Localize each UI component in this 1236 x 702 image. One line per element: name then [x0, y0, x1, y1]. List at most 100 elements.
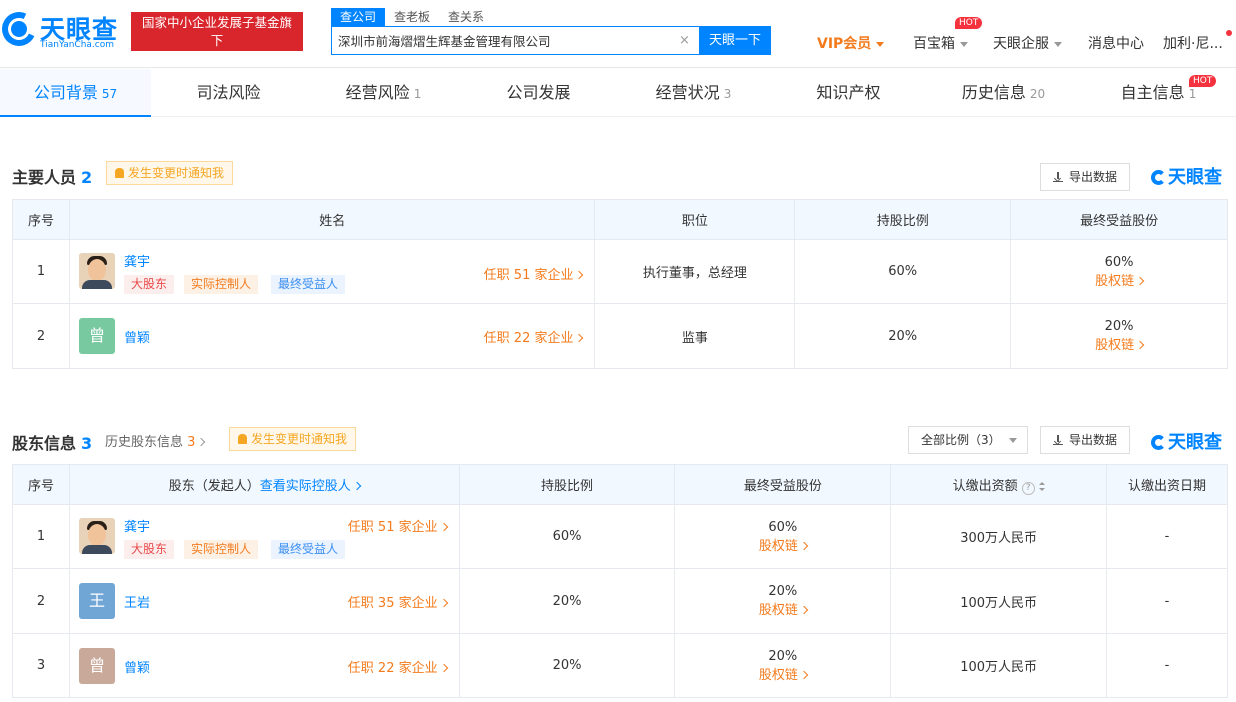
amount: 100万人民币 — [890, 633, 1108, 698]
logo[interactable]: 天眼查 TianYanCha.com — [0, 7, 126, 54]
avatar[interactable]: 曾 — [78, 648, 115, 684]
positions-link[interactable]: 任职 51 家企业 — [348, 516, 448, 535]
staff-notify-button[interactable]: 发生变更时通知我 — [106, 161, 234, 185]
tab-company-background[interactable]: 公司背景 57 — [0, 69, 151, 117]
tab-label: 历史信息 — [961, 83, 1026, 102]
notify-label: 发生变更时通知我 — [251, 432, 348, 446]
positions-link[interactable]: 任职 51 家企业 — [484, 264, 584, 283]
staff-title-text: 主要人员 — [12, 168, 77, 187]
enterprise-menu[interactable]: 天眼企服 — [993, 33, 1062, 53]
positions-link[interactable]: 任职 35 家企业 — [347, 592, 448, 611]
brand-icon — [1151, 170, 1166, 185]
tag-ultimate-beneficiary: 最终受益人 — [270, 540, 345, 559]
table-row: 2 曾 曾颖 任职 22 家企业 监事 20% 20% 股权链 — [12, 303, 1228, 369]
enterprise-label: 天眼企服 — [993, 36, 1049, 52]
amount: 100万人民币 — [890, 568, 1108, 634]
name-cell: 曾 曾颖 任职 22 家企业 — [68, 633, 460, 698]
ratio-filter-dropdown[interactable]: 全部比例（3） — [908, 426, 1028, 454]
notify-label: 发生变更时通知我 — [128, 166, 225, 180]
chevron-down-icon — [876, 41, 885, 47]
tab-label: 公司发展 — [506, 83, 571, 102]
brand-watermark: 天眼查 — [1151, 163, 1222, 189]
benefit-cell: 60% 股权链 — [1010, 239, 1228, 304]
bell-icon — [238, 434, 247, 444]
date: - — [1106, 633, 1228, 698]
chevron-right-icon — [799, 670, 809, 679]
person-name[interactable]: 王岩 — [124, 592, 150, 611]
equity-chain-link[interactable]: 股权链 — [675, 599, 890, 618]
holders-export-button[interactable]: 导出数据 — [1040, 426, 1131, 454]
avatar[interactable] — [78, 253, 115, 289]
col-amount[interactable]: 认缴出资额? — [890, 464, 1108, 505]
table-row: 2 王 王岩 任职 35 家企业 20% 20% 股权链 100万人民币 - — [12, 568, 1228, 634]
col-ratio: 持股比例 — [794, 199, 1012, 240]
positions-text: 任职 22 家企业 — [347, 661, 438, 676]
tab-label: 经营风险 — [345, 83, 410, 102]
equity-chain-link[interactable]: 股权链 — [675, 535, 890, 554]
col-holder: 股东（发起人）查看实际控股人 — [68, 464, 460, 505]
messages-link[interactable]: 消息中心 — [1088, 33, 1144, 53]
tab-operating-status[interactable]: 经营状况 3 — [616, 69, 771, 116]
view-controller-link[interactable]: 查看实际控股人 — [260, 479, 362, 494]
bell-icon — [115, 168, 124, 178]
holders-notify-button[interactable]: 发生变更时通知我 — [229, 427, 357, 451]
staff-title: 主要人员 2 — [12, 164, 92, 188]
col-position: 职位 — [594, 199, 796, 240]
person-name[interactable]: 曾颖 — [124, 327, 150, 346]
table-row: 3 曾 曾颖 任职 22 家企业 20% 20% 股权链 100万人民币 - — [12, 633, 1228, 698]
table-header-row: 序号 股东（发起人）查看实际控股人 持股比例 最终受益股份 认缴出资额? 认缴出… — [12, 464, 1228, 505]
row-no: 1 — [12, 239, 70, 304]
avatar[interactable] — [78, 518, 115, 554]
table-header-row: 序号 姓名 职位 持股比例 最终受益股份 — [12, 199, 1228, 240]
col-holder-label: 股东（发起人） — [168, 479, 260, 494]
help-icon[interactable]: ? — [1021, 481, 1035, 495]
search-input[interactable] — [338, 27, 668, 54]
tab-company-development[interactable]: 公司发展 — [461, 69, 616, 116]
gov-line2: 官方备案企业征信机构 — [144, 51, 290, 66]
positions-link[interactable]: 任职 22 家企业 — [347, 657, 448, 676]
tab-ip[interactable]: 知识产权 — [771, 69, 926, 116]
tab-label: 自主信息 — [1120, 83, 1185, 102]
avatar[interactable]: 王 — [78, 583, 115, 619]
equity-chain-link[interactable]: 股权链 — [675, 664, 890, 683]
vip-menu[interactable]: VIP会员 — [817, 33, 885, 53]
name-cell: 龚宇 大股东 实际控制人 最终受益人 任职 51 家企业 — [68, 239, 596, 304]
tab-history[interactable]: 历史信息 20 — [926, 69, 1081, 116]
history-holders-link[interactable]: 历史股东信息 3 — [105, 431, 206, 450]
tab-operating-risk[interactable]: 经营风险 1 — [306, 69, 461, 116]
col-no: 序号 — [12, 464, 70, 505]
positions-link[interactable]: 任职 22 家企业 — [483, 327, 584, 346]
benefit-cell: 60% 股权链 — [674, 504, 892, 569]
staff-export-button[interactable]: 导出数据 — [1040, 163, 1131, 191]
chevron-right-icon — [575, 270, 584, 280]
tag-actual-controller: 实际控制人 — [183, 275, 258, 294]
positions-text: 任职 35 家企业 — [347, 596, 438, 611]
positions-text: 任职 22 家企业 — [483, 331, 574, 346]
person-name[interactable]: 龚宇 — [124, 251, 150, 270]
gov-banner[interactable]: 国家中小企业发展子基金旗下 官方备案企业征信机构 — [131, 12, 303, 66]
amount: 300万人民币 — [890, 504, 1108, 569]
ratio: 60% — [458, 504, 676, 569]
search-tab-relation[interactable]: 查关系 — [439, 8, 493, 26]
equity-chain-link[interactable]: 股权链 — [1011, 334, 1227, 353]
sort-icon[interactable] — [1038, 481, 1045, 491]
person-name[interactable]: 龚宇 — [124, 516, 150, 535]
tab-judicial-risk[interactable]: 司法风险 — [151, 69, 306, 116]
avatar[interactable]: 曾 — [78, 318, 115, 354]
baobao-menu[interactable]: 百宝箱 — [913, 33, 968, 53]
person-name[interactable]: 曾颖 — [124, 657, 150, 676]
ratio: 20% — [458, 633, 676, 698]
search-button[interactable]: 天眼一下 — [699, 26, 771, 55]
benefit: 20% — [768, 648, 798, 664]
equity-chain-text: 股权链 — [758, 667, 798, 683]
search-tab-boss[interactable]: 查老板 — [385, 8, 439, 26]
search-tab-company[interactable]: 查公司 — [331, 8, 386, 26]
logo-eye-icon — [11, 21, 27, 37]
col-date: 认缴出资日期 — [1106, 464, 1228, 505]
user-menu[interactable]: 加利·尼... — [1163, 33, 1223, 53]
equity-chain-link[interactable]: 股权链 — [1011, 270, 1227, 289]
tab-count: 1 — [1188, 87, 1197, 101]
chevron-right-icon — [799, 541, 809, 550]
holders-title: 股东信息 3 — [12, 430, 92, 454]
clear-icon[interactable]: × — [679, 33, 690, 48]
